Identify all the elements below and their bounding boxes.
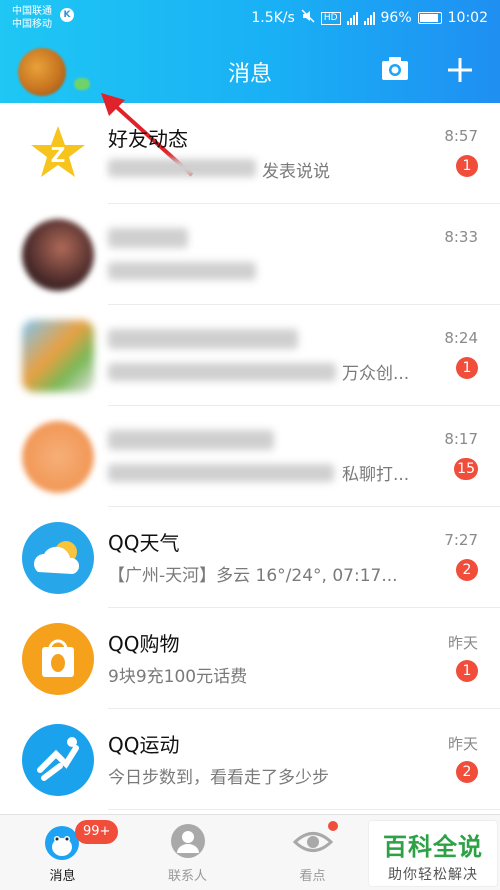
page-title: 消息 [227, 62, 272, 87]
watermark-title: 百科全说 [383, 833, 483, 861]
camera-icon[interactable] [381, 56, 409, 82]
carrier-info: 中国联通 中国移动 [12, 5, 52, 31]
unread-badge: 1 [456, 660, 478, 682]
plus-icon[interactable] [446, 56, 474, 84]
list-item[interactable]: QQ运动 今日步数到，看看走了多少步 昨天 2 [0, 709, 500, 810]
tab-messages[interactable]: 99+ 消息 [0, 815, 125, 890]
message-time: 8:57 [444, 127, 478, 145]
divider [108, 809, 500, 810]
message-preview: 9块9充100元话费 [108, 667, 248, 687]
blurred-preview [108, 363, 336, 381]
message-time: 昨天 [447, 735, 478, 753]
tab-contacts[interactable]: 联系人 [125, 815, 250, 890]
tab-label: 联系人 [167, 869, 207, 884]
watermark-logo: 百科全说 助你轻松解决 [368, 820, 498, 887]
contacts-icon [170, 824, 205, 858]
tab-label: 看点 [299, 869, 326, 884]
message-title: QQ天气 [108, 531, 180, 555]
blurred-preview [108, 464, 334, 482]
unread-badge: 1 [456, 357, 478, 379]
list-item[interactable]: QQ购物 9块9充100元话费 昨天 1 [0, 608, 500, 709]
carrier-2: 中国移动 [12, 19, 52, 30]
signal-icon [346, 11, 358, 25]
signal-icon-2 [363, 11, 375, 25]
message-preview: 万众创... [342, 364, 410, 384]
mute-icon [301, 9, 315, 27]
blurred-name [108, 159, 256, 177]
carrier-1: 中国联通 [12, 6, 52, 17]
tab-unread-badge: 99+ [75, 820, 119, 844]
header-bar: 中国联通 中国移动 K 1.5K/s HD 96% 10:02 消息 [0, 0, 500, 103]
message-time: 昨天 [447, 634, 478, 652]
message-list: Z 好友动态 发表说说 8:57 1 8:33 万众创... 8:24 1 私聊… [0, 103, 500, 810]
message-time: 8:17 [444, 430, 478, 448]
message-title: 好友动态 [108, 127, 188, 151]
unread-badge: 1 [456, 155, 478, 177]
message-time: 7:27 [444, 531, 478, 549]
battery-icon [417, 12, 442, 24]
blurred-preview [108, 262, 256, 280]
blurred-name [108, 430, 274, 450]
tab-label: 消息 [49, 869, 76, 884]
unread-badge: 15 [454, 458, 478, 480]
notification-dot [328, 821, 338, 831]
blurred-name [108, 228, 188, 248]
shopping-bag-icon [22, 623, 94, 695]
hd-indicator: HD [320, 11, 341, 25]
group-avatar [22, 320, 94, 392]
message-time: 8:24 [444, 329, 478, 347]
list-item[interactable]: 私聊打... 8:17 15 [0, 406, 500, 507]
unread-badge: 2 [456, 761, 478, 783]
status-right: 1.5K/s HD 96% 10:02 [251, 8, 488, 28]
group-avatar-orange [22, 421, 94, 493]
tab-kandian[interactable]: 看点 [250, 815, 375, 890]
list-item[interactable]: 8:33 [0, 204, 500, 305]
message-preview: 私聊打... [342, 465, 410, 485]
list-item[interactable]: QQ天气 【广州-天河】多云 16°/24°, 07:17... 7:27 2 [0, 507, 500, 608]
running-icon [22, 724, 94, 796]
message-preview: 【广州-天河】多云 16°/24°, 07:17... [108, 566, 398, 586]
qzone-star-icon: Z [22, 118, 94, 190]
message-title: QQ购物 [108, 632, 180, 656]
unread-badge: 2 [456, 559, 478, 581]
contact-avatar [22, 219, 94, 291]
battery-percent: 96% [380, 10, 412, 26]
weather-cloud-icon [22, 522, 94, 594]
watermark-subtitle: 助你轻松解决 [388, 867, 478, 883]
blurred-name [108, 329, 298, 349]
network-speed: 1.5K/s [251, 10, 295, 26]
message-preview: 今日步数到，看看走了多少步 [108, 768, 329, 788]
message-time: 8:33 [444, 228, 478, 246]
eye-icon [292, 832, 333, 852]
status-bar: 中国联通 中国移动 K 1.5K/s HD 96% 10:02 [0, 0, 500, 36]
message-title: QQ运动 [108, 733, 180, 757]
svg-text:Z: Z [51, 143, 66, 167]
clock: 10:02 [447, 10, 488, 26]
list-item[interactable]: Z 好友动态 发表说说 8:57 1 [0, 103, 500, 204]
message-preview: 发表说说 [262, 162, 330, 182]
k-app-icon: K [60, 8, 74, 22]
list-item[interactable]: 万众创... 8:24 1 [0, 305, 500, 406]
